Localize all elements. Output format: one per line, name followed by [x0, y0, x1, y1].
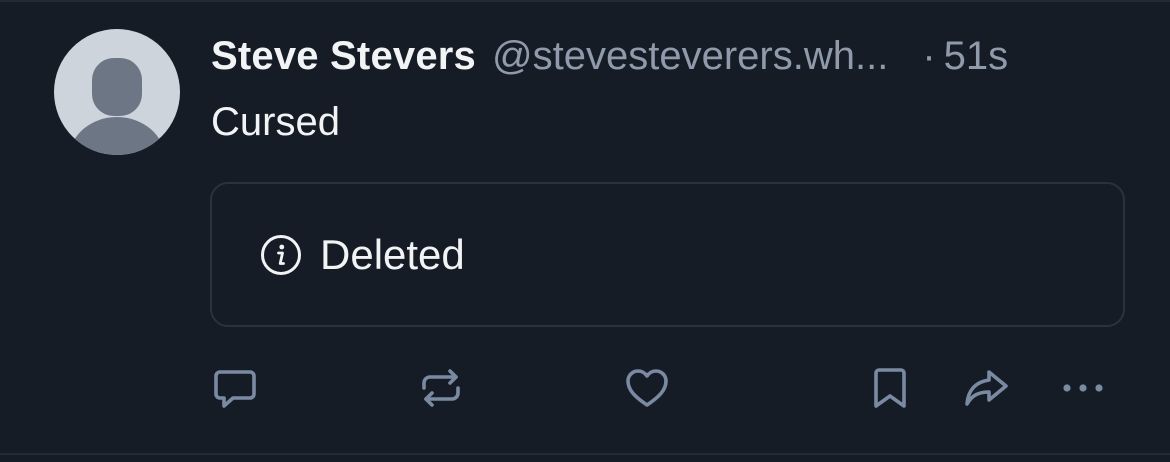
post-header: Steve Stevers @stevesteverers.wh... · 51… — [211, 30, 1131, 82]
more-dots-icon — [1063, 384, 1103, 392]
author-display-name[interactable]: Steve Stevers — [211, 34, 476, 79]
default-avatar-icon — [69, 58, 165, 155]
avatar[interactable] — [54, 29, 180, 155]
info-circle-icon — [261, 234, 301, 275]
post-timestamp[interactable]: 51s — [944, 34, 1009, 79]
author-handle[interactable]: @stevesteverers.wh... — [492, 34, 888, 79]
repost-icon — [422, 369, 460, 407]
repost-button[interactable] — [415, 362, 467, 414]
bookmark-icon — [874, 368, 906, 408]
share-button[interactable] — [960, 362, 1012, 414]
reply-button[interactable] — [209, 362, 261, 414]
post-card[interactable]: Steve Stevers @stevesteverers.wh... · 51… — [0, 0, 1170, 462]
more-options-button[interactable] — [1057, 362, 1109, 414]
bookmark-button[interactable] — [864, 362, 916, 414]
heart-icon — [626, 369, 668, 407]
top-divider — [0, 0, 1170, 2]
chat-bubble-icon — [214, 370, 256, 408]
like-button[interactable] — [621, 362, 673, 414]
bottom-divider — [0, 453, 1170, 455]
post-text: Cursed — [211, 100, 340, 144]
share-arrow-icon — [965, 370, 1008, 406]
deleted-embed: Deleted — [210, 182, 1125, 327]
separator-dot: · — [922, 33, 936, 78]
embed-label: Deleted — [320, 230, 465, 278]
